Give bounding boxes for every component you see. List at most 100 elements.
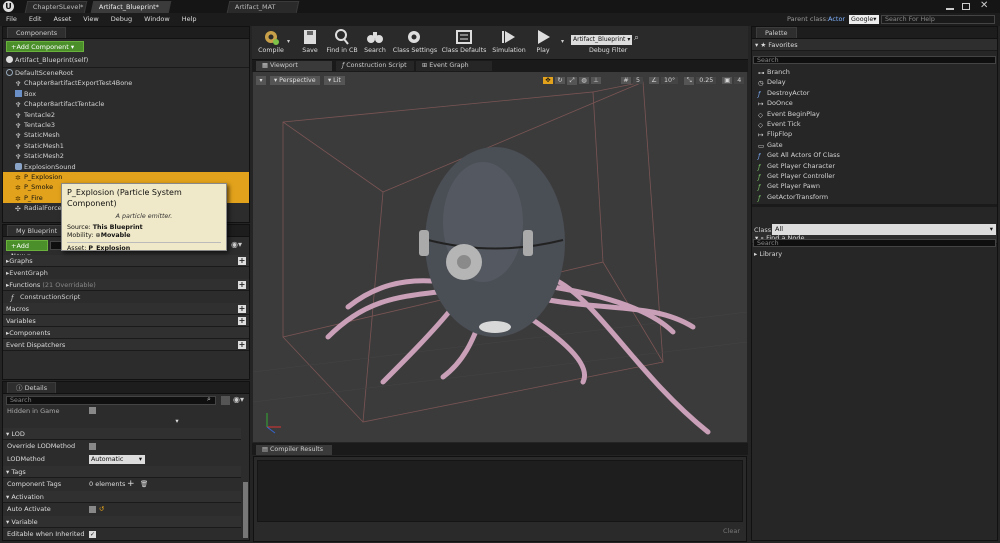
tags-header[interactable]: ▾ Tags bbox=[3, 466, 241, 478]
debug-object-select[interactable]: Artifact_Blueprint ▾ bbox=[571, 35, 632, 45]
activation-header[interactable]: ▾ Activation bbox=[3, 491, 241, 503]
palette-search-input[interactable]: Search bbox=[753, 56, 996, 64]
tab-artifact-blueprint[interactable]: Artifact_Blueprint* bbox=[90, 1, 172, 13]
menu-view[interactable]: View bbox=[77, 13, 104, 26]
parent-class-value[interactable]: Actor bbox=[828, 13, 845, 26]
add-tag-icon[interactable]: + bbox=[127, 478, 135, 491]
palette-item-getplayercharacter[interactable]: ƒ Get Player Character bbox=[758, 161, 988, 171]
variable-header[interactable]: ▾ Variable bbox=[3, 516, 241, 528]
surface-snap-icon[interactable]: ⊥ bbox=[591, 77, 601, 84]
search-engine-select[interactable]: Google▾ bbox=[849, 15, 879, 24]
menu-edit[interactable]: Edit bbox=[23, 13, 48, 26]
viewport-menu-button[interactable]: ▾ bbox=[256, 76, 266, 85]
close-button[interactable]: ✕ bbox=[980, 0, 988, 11]
tree-item-tentacle3[interactable]: ♆ Tentacle3 bbox=[3, 120, 249, 130]
scale-snap-icon[interactable]: ⤡ bbox=[684, 76, 695, 85]
angle-value[interactable]: 10° bbox=[661, 77, 679, 84]
tree-item-box[interactable]: Box bbox=[3, 89, 249, 99]
grid-view-icon[interactable] bbox=[221, 396, 230, 405]
menu-asset[interactable]: Asset bbox=[47, 13, 77, 26]
grid-value[interactable]: 5 bbox=[633, 77, 644, 84]
compile-button[interactable]: Compile bbox=[252, 28, 290, 58]
trash-icon[interactable]: 🗑 bbox=[140, 478, 148, 491]
override-lod-checkbox[interactable] bbox=[89, 443, 96, 450]
tab-artifact-mat[interactable]: Artifact_MAT bbox=[226, 1, 300, 13]
favorites-header[interactable]: ▾ ★ Favorites bbox=[752, 39, 997, 51]
add-dispatcher-button[interactable]: + bbox=[238, 341, 246, 349]
menu-debug[interactable]: Debug bbox=[105, 13, 138, 26]
reset-arrow-icon[interactable]: ↺ bbox=[99, 503, 104, 516]
palette-item-getplayercontroller[interactable]: ƒ Get Player Controller bbox=[758, 171, 988, 181]
scale-value[interactable]: 0.25 bbox=[696, 77, 717, 84]
section-event-dispatchers[interactable]: Event Dispatchers + bbox=[3, 339, 249, 351]
perspective-button[interactable]: ▾ Perspective bbox=[270, 76, 320, 85]
viewport[interactable]: ▾ ▾ Perspective ▾ Lit ✥ ↻ ⤢ ◍ ⊥ # 5 ∠ 10… bbox=[253, 72, 747, 442]
maximize-button[interactable] bbox=[962, 3, 970, 10]
section-variables[interactable]: Variables + bbox=[3, 315, 249, 327]
palette-item-flipflop[interactable]: ↦ FlipFlop bbox=[758, 129, 988, 139]
palette-item-gate[interactable]: ▭ Gate bbox=[758, 140, 988, 150]
clear-button[interactable]: Clear bbox=[723, 527, 740, 535]
camera-speed-icon[interactable]: ▣ bbox=[722, 77, 733, 84]
menu-file[interactable]: File bbox=[0, 13, 23, 26]
class-settings-button[interactable]: Class Settings bbox=[391, 28, 439, 58]
tree-item-p-explosion[interactable]: ✲ P_Explosion bbox=[3, 171, 249, 183]
tree-item-tentacle[interactable]: ♆ Chapter8artifactTentacle bbox=[3, 99, 249, 109]
tree-item-defaultsceneroot[interactable]: DefaultSceneRoot bbox=[3, 68, 249, 78]
lod-method-select[interactable]: Automatic ▾ bbox=[89, 455, 145, 464]
palette-item-destroyactor[interactable]: ƒ DestroyActor bbox=[758, 88, 988, 98]
tab-event-graph[interactable]: ⊞ Event Graph bbox=[416, 61, 492, 71]
add-function-button[interactable]: + bbox=[238, 281, 246, 289]
palette-item-getplayerpawn[interactable]: ƒ Get Player Pawn bbox=[758, 181, 988, 191]
self-item[interactable]: Artifact_Blueprint(self) bbox=[6, 55, 88, 65]
class-filter-select[interactable]: All ▾ bbox=[772, 224, 996, 235]
translate-icon[interactable]: ✥ bbox=[543, 77, 553, 84]
expand-arrow[interactable]: ▾ bbox=[3, 417, 241, 425]
debug-search-icon[interactable]: ⌕ bbox=[634, 33, 639, 43]
section-components[interactable]: ▸Components bbox=[3, 327, 249, 339]
section-functions[interactable]: ▸Functions (21 Overridable) + bbox=[3, 279, 249, 291]
tree-item-explosionsound[interactable]: ExplosionSound bbox=[3, 162, 249, 172]
add-component-button[interactable]: +Add Component ▾ bbox=[6, 41, 84, 52]
class-defaults-button[interactable]: Class Defaults bbox=[440, 28, 488, 58]
tree-item-staticmesh2[interactable]: ♆ StaticMesh2 bbox=[3, 151, 249, 161]
tree-item-staticmesh[interactable]: ♆ StaticMesh bbox=[3, 130, 249, 140]
auto-activate-checkbox[interactable] bbox=[89, 506, 96, 513]
event-graph-item[interactable]: ▸EventGraph bbox=[3, 267, 249, 279]
palette-item-beginplay[interactable]: ◇ Event BeginPlay bbox=[758, 109, 988, 119]
palette-item-getallactors[interactable]: ƒ Get All Actors Of Class bbox=[758, 150, 988, 160]
simulation-button[interactable]: Simulation bbox=[490, 28, 528, 58]
palette-item-delay[interactable]: ◷ Delay bbox=[758, 77, 988, 87]
add-graph-button[interactable]: + bbox=[238, 257, 246, 265]
search-icon[interactable]: ⌕ bbox=[207, 395, 211, 404]
angle-snap-icon[interactable]: ∠ bbox=[649, 77, 660, 84]
rotate-icon[interactable]: ↻ bbox=[555, 77, 565, 84]
grid-snap-icon[interactable]: # bbox=[621, 77, 631, 84]
add-macro-button[interactable]: + bbox=[238, 305, 246, 313]
tab-level[interactable]: ChapterSLevel* bbox=[24, 1, 88, 13]
play-options-arrow[interactable]: ▾ bbox=[561, 38, 564, 45]
menu-window[interactable]: Window bbox=[138, 13, 176, 26]
palette-item-eventtick[interactable]: ◇ Event Tick bbox=[758, 119, 988, 129]
add-variable-button[interactable]: + bbox=[238, 317, 246, 325]
minimize-button[interactable] bbox=[946, 8, 954, 10]
section-macros[interactable]: Macros + bbox=[3, 303, 249, 315]
help-search-input[interactable]: Search For Help bbox=[881, 15, 995, 24]
compile-options-arrow[interactable]: ▾ bbox=[287, 38, 290, 45]
world-icon[interactable]: ◍ bbox=[579, 77, 589, 84]
tree-item-export-bone[interactable]: ♆ Chapter8artifactExportTest4Bone bbox=[3, 78, 249, 88]
tree-item-staticmesh1[interactable]: ♆ StaticMesh1 bbox=[3, 141, 249, 151]
editable-checkbox[interactable]: ✓ bbox=[89, 531, 96, 538]
eye-icon[interactable]: ◉▾ bbox=[231, 240, 242, 249]
palette-item-branch[interactable]: ⊶ Branch bbox=[758, 67, 988, 77]
tab-viewport[interactable]: ▦ Viewport bbox=[256, 61, 332, 71]
hidden-in-game-checkbox[interactable] bbox=[89, 407, 96, 414]
eye-icon[interactable]: ◉▾ bbox=[233, 395, 244, 404]
menu-help[interactable]: Help bbox=[176, 13, 203, 26]
library-item[interactable]: ▸ Library bbox=[754, 249, 782, 259]
search-button[interactable]: Search bbox=[356, 28, 394, 58]
unreal-logo-icon[interactable]: U bbox=[3, 1, 14, 12]
details-scrollbar[interactable] bbox=[243, 482, 248, 538]
tab-compiler-results[interactable]: ▤ Compiler Results bbox=[256, 445, 332, 455]
tab-construction-script[interactable]: ƒ Construction Script bbox=[336, 61, 414, 71]
